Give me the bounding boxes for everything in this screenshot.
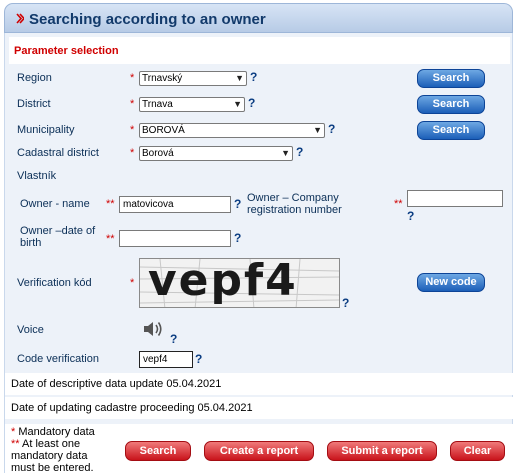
- voice-help-icon[interactable]: ?: [170, 332, 177, 346]
- owner-section-label: Vlastník: [17, 170, 57, 182]
- section-header: Parameter selection: [9, 37, 510, 64]
- region-value: Trnavský: [142, 73, 183, 84]
- region-search-button[interactable]: Search: [417, 69, 485, 88]
- new-code-button[interactable]: New code: [417, 273, 485, 292]
- descriptive-update-row: Date of descriptive data update 05.04.20…: [5, 373, 514, 395]
- page-title: Searching according to an owner: [29, 11, 266, 28]
- owner-name-help-icon[interactable]: ?: [234, 197, 241, 211]
- region-select[interactable]: Trnavský ▼: [139, 71, 247, 86]
- chevron-down-icon: ▼: [313, 125, 322, 135]
- one-of-marker: **: [106, 198, 115, 210]
- double-chevron-icon: [16, 13, 24, 24]
- speaker-icon[interactable]: [142, 320, 164, 338]
- district-value: Trnava: [142, 99, 173, 110]
- captcha-text: vepf4: [148, 258, 298, 306]
- chevron-down-icon: ▼: [281, 148, 290, 158]
- required-marker: *: [130, 147, 135, 159]
- district-select[interactable]: Trnava ▼: [139, 97, 245, 112]
- cadastral-select[interactable]: Borová ▼: [139, 146, 293, 161]
- create-report-button[interactable]: Create a report: [204, 441, 314, 461]
- cadastral-help-icon[interactable]: ?: [296, 145, 303, 159]
- one-of-marker: **: [11, 438, 20, 450]
- district-search-button[interactable]: Search: [417, 95, 485, 114]
- municipality-help-icon[interactable]: ?: [328, 122, 335, 136]
- footer: * Mandatory data ** At least one mandato…: [5, 424, 514, 474]
- one-of-marker: **: [106, 233, 115, 245]
- municipality-search-button[interactable]: Search: [417, 121, 485, 140]
- proceeding-update-text: Date of updating cadastre proceeding 05.…: [11, 402, 253, 414]
- search-button[interactable]: Search: [125, 441, 191, 461]
- required-marker: *: [130, 72, 135, 84]
- owner-name-input[interactable]: matovicova: [119, 196, 231, 213]
- proceeding-update-row: Date of updating cadastre proceeding 05.…: [5, 397, 514, 419]
- verification-help-icon[interactable]: ?: [342, 296, 349, 310]
- required-marker: *: [130, 124, 135, 136]
- voice-label: Voice: [17, 324, 44, 336]
- required-marker: *: [130, 277, 135, 289]
- title-bar: Searching according to an owner: [4, 3, 513, 33]
- section-title: Parameter selection: [14, 45, 119, 57]
- verification-label: Verification kód: [17, 277, 92, 289]
- form-panel: Parameter selection Region * Trnavský ▼ …: [4, 33, 514, 474]
- region-label: Region: [17, 72, 52, 84]
- cadastral-value: Borová: [142, 148, 174, 159]
- cadastral-label: Cadastral district: [17, 147, 99, 159]
- district-label: District: [17, 98, 51, 110]
- owner-birth-help-icon[interactable]: ?: [234, 231, 241, 245]
- mandatory-marker: *: [11, 426, 16, 438]
- owner-birth-input[interactable]: [119, 230, 231, 247]
- code-verification-help-icon[interactable]: ?: [195, 352, 202, 366]
- legend: * Mandatory data ** At least one mandato…: [11, 426, 111, 474]
- code-verification-label: Code verification: [17, 353, 99, 365]
- region-help-icon[interactable]: ?: [250, 70, 257, 84]
- descriptive-update-text: Date of descriptive data update 05.04.20…: [11, 378, 222, 390]
- owner-name-label: Owner - name: [20, 198, 90, 210]
- municipality-select[interactable]: BOROVÁ ▼: [139, 123, 325, 138]
- mandatory-text: Mandatory data: [18, 426, 95, 438]
- company-reg-label: Owner – Company registration number: [247, 192, 342, 216]
- municipality-value: BOROVÁ: [142, 125, 185, 136]
- code-verification-input[interactable]: vepf4: [139, 351, 193, 368]
- one-of-text: At least one mandatory data must be ente…: [11, 438, 94, 474]
- chevron-down-icon: ▼: [233, 99, 242, 109]
- required-marker: *: [130, 98, 135, 110]
- captcha-image: vepf4: [139, 258, 340, 308]
- search-form-window: Searching according to an owner Paramete…: [4, 3, 514, 474]
- chevron-down-icon: ▼: [235, 73, 244, 83]
- owner-birth-label: Owner –date of birth: [20, 225, 96, 249]
- district-help-icon[interactable]: ?: [248, 96, 255, 110]
- clear-button[interactable]: Clear: [450, 441, 505, 461]
- one-of-marker: **: [394, 198, 403, 210]
- company-reg-help-icon[interactable]: ?: [407, 209, 414, 223]
- submit-report-button[interactable]: Submit a report: [327, 441, 437, 461]
- company-reg-input[interactable]: [407, 190, 503, 207]
- municipality-label: Municipality: [17, 124, 75, 136]
